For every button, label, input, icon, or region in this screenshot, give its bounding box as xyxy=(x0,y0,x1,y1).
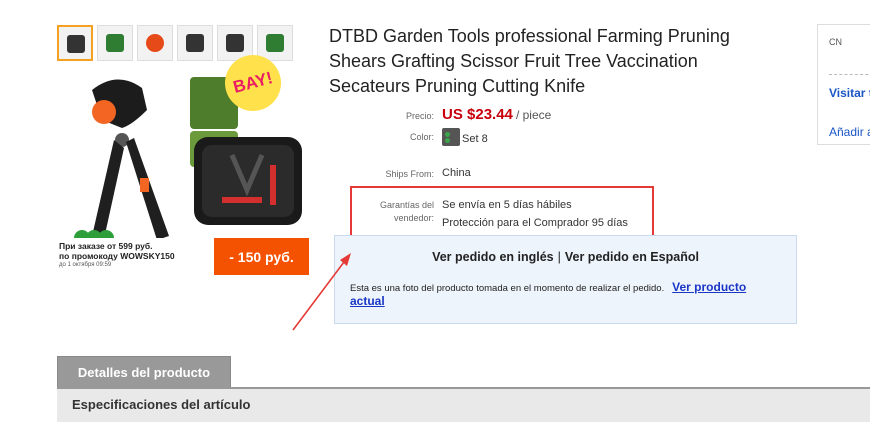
thumbnail[interactable] xyxy=(57,25,93,61)
color-option[interactable]: Set 8 xyxy=(442,128,488,148)
thumbnail[interactable] xyxy=(137,25,173,61)
view-order-spanish-link[interactable]: Ver pedido en Español xyxy=(565,250,699,264)
specifications-title: Especificaciones del artículo xyxy=(72,397,251,412)
specifications-header: Especificaciones del artículo xyxy=(57,389,870,422)
notice-body: Esta es una foto del producto tomada en … xyxy=(350,281,780,309)
promo-banner: При заказе от 599 руб. по промокоду WOWS… xyxy=(57,238,309,275)
color-swatch-icon[interactable] xyxy=(442,128,460,146)
view-order-english-link[interactable]: Ver pedido en inglés xyxy=(432,250,554,264)
ships-from-value: China xyxy=(442,167,471,179)
visit-store-link[interactable]: Visitar t xyxy=(829,86,870,100)
link-separator: | xyxy=(557,250,561,264)
highlight-box xyxy=(350,186,654,242)
annotation-arrow-icon xyxy=(292,253,351,331)
price-value: US $23.44 xyxy=(442,106,513,123)
color-label: Color: xyxy=(409,132,434,142)
divider xyxy=(829,74,870,75)
tool-case-illustration xyxy=(194,137,302,225)
promo-line: по промокоду WOWSKY150 xyxy=(59,251,175,261)
promo-line: до 1 октября 09:59 xyxy=(59,262,112,268)
snapshot-notice: Ver pedido en inglés | Ver pedido en Españ… xyxy=(334,235,797,324)
notice-text: Esta es una foto del producto tomada en … xyxy=(350,283,665,294)
tab-product-details[interactable]: Detalles del producto xyxy=(57,356,231,388)
ships-from-label: Ships From: xyxy=(385,169,434,179)
thumbnail-strip xyxy=(57,25,309,65)
promo-line: При заказе от 599 руб. xyxy=(59,241,153,251)
product-image[interactable]: BAY! При заказе от 599 руб. по промокоду… xyxy=(57,25,309,275)
pruning-shears-illustration xyxy=(74,79,169,248)
color-value: Set 8 xyxy=(462,132,488,145)
language-links: Ver pedido en inglés | Ver pedido en Españ… xyxy=(335,250,796,264)
price: US $23.44 / piece xyxy=(442,107,551,124)
store-sidebar: CN Visitar t Añadir a xyxy=(817,24,870,145)
price-label: Precio: xyxy=(405,111,434,121)
store-country: CN xyxy=(829,37,842,47)
thumbnail[interactable] xyxy=(97,25,133,61)
add-to-wishlist-link[interactable]: Añadir a xyxy=(829,125,870,139)
promo-text: При заказе от 599 руб. по промокоду WOWS… xyxy=(57,238,214,275)
price-unit: / piece xyxy=(515,108,552,122)
thumbnail[interactable] xyxy=(177,25,213,61)
product-title: DTBD Garden Tools professional Farming P… xyxy=(329,26,730,96)
